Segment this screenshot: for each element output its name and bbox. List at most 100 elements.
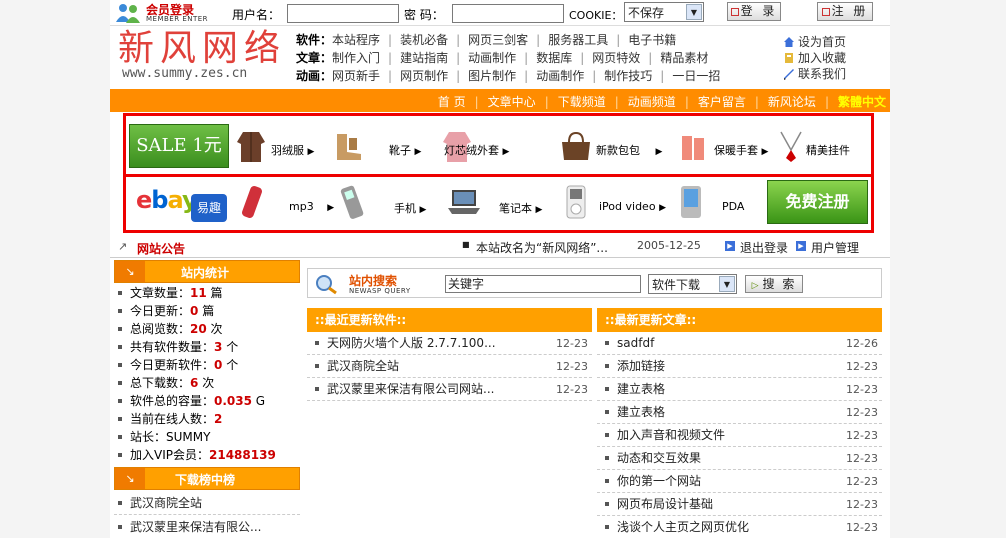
ipod-icon bbox=[566, 185, 586, 219]
ad-item-label: mp3 bbox=[289, 200, 314, 213]
list-item-title: 加入声音和视频文件 bbox=[617, 428, 726, 442]
nav-home[interactable]: 首 页 bbox=[438, 95, 466, 109]
list-item[interactable]: 浅谈个人主页之网页优化 12-23 bbox=[597, 516, 882, 538]
list-item[interactable]: 网页布局设计基础 12-23 bbox=[597, 493, 882, 516]
list-item[interactable]: 动态和交互效果 12-23 bbox=[597, 447, 882, 470]
ad-item-laptop[interactable]: 笔记本 ▶ bbox=[499, 200, 542, 216]
list-item[interactable]: 建立表格 12-23 bbox=[597, 401, 882, 424]
list-item[interactable]: 加入声音和视频文件 12-23 bbox=[597, 424, 882, 447]
cookie-select[interactable]: 不保存 ▼ bbox=[624, 2, 704, 22]
list-item[interactable]: 建立表格 12-23 bbox=[597, 378, 882, 401]
divider: | bbox=[616, 33, 621, 47]
stat-unit: 个 bbox=[222, 340, 239, 354]
ad-item-handbag[interactable]: 新款包包 ▶ bbox=[596, 142, 662, 158]
nav-link[interactable]: 数据库 bbox=[536, 51, 572, 65]
ad-item-down-jacket[interactable]: 羽绒服 ▶ bbox=[271, 142, 314, 158]
divider: | bbox=[456, 51, 461, 65]
list-item-date: 12-23 bbox=[846, 475, 878, 488]
ad-divider bbox=[126, 174, 871, 177]
free-register-button[interactable]: 免费注册 bbox=[767, 180, 868, 224]
gloves-icon bbox=[682, 136, 704, 160]
list-item[interactable]: 武汉商院全站 bbox=[114, 491, 300, 515]
login-button[interactable]: 登 录 bbox=[727, 2, 781, 21]
nav-link[interactable]: 动画制作 bbox=[468, 51, 516, 65]
chevron-down-icon: ▼ bbox=[686, 4, 702, 20]
password-label: 密 码： bbox=[404, 8, 444, 22]
recent-articles-header: ::最新更新文章:: bbox=[597, 308, 882, 332]
nav-link[interactable]: 图片制作 bbox=[468, 69, 516, 83]
nav-forum[interactable]: 新风论坛 bbox=[768, 95, 816, 109]
add-favorite-link[interactable]: 加入收藏 bbox=[783, 49, 846, 66]
stat-row: 文章数量：11 篇 bbox=[114, 284, 300, 302]
search-type-select[interactable]: 软件下载 ▼ bbox=[648, 274, 737, 294]
ebay-logo[interactable]: ebay bbox=[136, 186, 198, 214]
user-management-link[interactable]: 用户管理 bbox=[811, 239, 859, 256]
bullet-icon bbox=[118, 363, 122, 367]
nav-link[interactable]: 服务器工具 bbox=[548, 33, 608, 47]
list-item[interactable]: 天网防火墙个人版 2.7.7.100... 12-23 bbox=[307, 332, 592, 355]
ad-banner[interactable]: SALE 1元 羽绒服 ▶ 靴子 ▶ 灯芯绒外套 ▶ 新款包包 ▶ 保暖手套 ▶… bbox=[123, 113, 874, 233]
ad-item-mp3[interactable]: mp3 ▶ bbox=[289, 200, 334, 213]
nav-link[interactable]: 网页特效 bbox=[592, 51, 640, 65]
nav-link[interactable]: 一日一招 bbox=[672, 69, 720, 83]
list-item-date: 12-23 bbox=[556, 337, 588, 350]
ad-item-phone[interactable]: 手机 ▶ bbox=[394, 200, 426, 216]
username-input[interactable] bbox=[287, 4, 399, 23]
ad-item-label: 靴子 bbox=[389, 144, 411, 157]
nav-guestbook[interactable]: 客户留言 bbox=[698, 95, 746, 109]
list-item-label: 武汉蒙里来保洁有限公... bbox=[130, 520, 262, 534]
ad-item-corduroy-coat[interactable]: 灯芯绒外套 ▶ bbox=[444, 142, 509, 158]
nav-link[interactable]: 本站程序 bbox=[332, 33, 380, 47]
stat-unit: 篇 bbox=[206, 286, 223, 300]
bullet-icon bbox=[118, 435, 122, 439]
list-item[interactable]: sadfdf 12-26 bbox=[597, 332, 882, 355]
nav-link[interactable]: 建站指南 bbox=[400, 51, 448, 65]
ad-item-boots[interactable]: 靴子 ▶ bbox=[389, 142, 421, 158]
nav-animation[interactable]: 动画频道 bbox=[628, 95, 676, 109]
nav-articles[interactable]: 文章中心 bbox=[488, 95, 536, 109]
nav-link[interactable]: 网页三剑客 bbox=[468, 33, 528, 47]
stat-value: 20 bbox=[190, 322, 207, 336]
list-item[interactable]: 添加链接 12-23 bbox=[597, 355, 882, 378]
arrow-right-icon: ▶ bbox=[307, 147, 315, 157]
nav-traditional-chinese[interactable]: 繁體中文 bbox=[838, 95, 886, 109]
nav-link[interactable]: 电子书籍 bbox=[628, 33, 676, 47]
notice-text[interactable]: 本站改名为“新风网络”... bbox=[476, 239, 608, 256]
nav-category: 动画： bbox=[296, 69, 333, 83]
ad-item-label: 精美挂件 bbox=[806, 144, 850, 157]
stat-row: 今日更新：0 篇 bbox=[114, 302, 300, 320]
nav-link[interactable]: 网页新手 bbox=[332, 69, 380, 83]
divider: | bbox=[474, 95, 479, 109]
register-button[interactable]: 注 册 bbox=[817, 2, 873, 21]
sale-badge[interactable]: SALE 1元 bbox=[129, 124, 229, 168]
list-item[interactable]: 武汉蒙里来保洁有限公司网站... 12-23 bbox=[307, 378, 592, 401]
nav-link[interactable]: 制作入门 bbox=[332, 51, 380, 65]
list-item-date: 12-23 bbox=[556, 360, 588, 373]
nav-link[interactable]: 动画制作 bbox=[536, 69, 584, 83]
search-button[interactable]: ▷ 搜 索 bbox=[745, 275, 803, 293]
ad-item-gloves[interactable]: 保暖手套 ▶ bbox=[714, 142, 768, 158]
site-logo[interactable]: 新风网络 bbox=[118, 30, 286, 68]
main-nav-links: 首 页 | 文章中心 | 下载频道 | 动画频道 | 客户留言 | 新风论坛 | 繁體中文 bbox=[438, 93, 886, 110]
contact-us-link[interactable]: 联系我们 bbox=[783, 65, 846, 82]
down-jacket-icon bbox=[237, 132, 265, 162]
stat-label: 当前在线人数： bbox=[130, 412, 215, 426]
password-input[interactable] bbox=[452, 4, 564, 23]
nav-link[interactable]: 精品素材 bbox=[660, 51, 708, 65]
list-item[interactable]: 武汉蒙里来保洁有限公... bbox=[114, 515, 300, 538]
ad-item-pda[interactable]: PDA bbox=[722, 200, 744, 213]
list-item-label: 武汉商院全站 bbox=[130, 496, 203, 510]
keyword-input[interactable]: 关键字 bbox=[445, 275, 641, 293]
nav-link[interactable]: 制作技巧 bbox=[604, 69, 652, 83]
list-item[interactable]: 武汉商院全站 12-23 bbox=[307, 355, 592, 378]
nav-link[interactable]: 装机必备 bbox=[400, 33, 448, 47]
set-homepage-link[interactable]: 设为首页 bbox=[783, 33, 846, 50]
ad-item-pendant[interactable]: 精美挂件 bbox=[806, 142, 850, 158]
list-item-date: 12-23 bbox=[846, 452, 878, 465]
list-item[interactable]: 你的第一个网站 12-23 bbox=[597, 470, 882, 493]
ad-item-ipod-video[interactable]: iPod video ▶ bbox=[599, 200, 666, 213]
logout-link[interactable]: 退出登录 bbox=[740, 239, 788, 256]
nav-downloads[interactable]: 下载频道 bbox=[558, 95, 606, 109]
divider: | bbox=[388, 33, 393, 47]
nav-link[interactable]: 网页制作 bbox=[400, 69, 448, 83]
